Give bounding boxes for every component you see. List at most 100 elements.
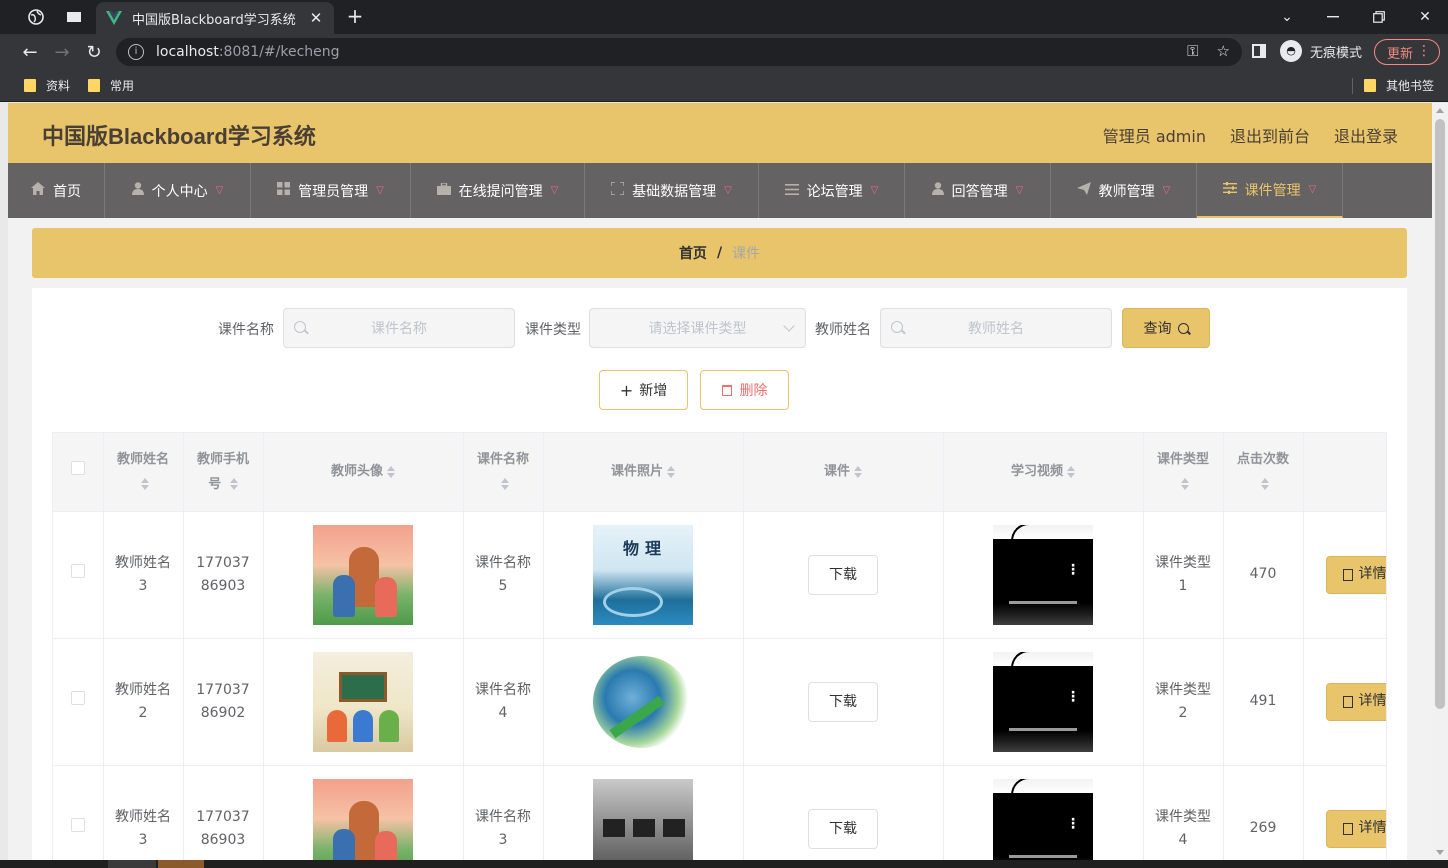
more-vert-icon: ⋮ bbox=[1417, 43, 1431, 59]
detail-label: 详情 bbox=[1358, 693, 1387, 709]
chevron-down-icon: ▽ bbox=[1162, 185, 1171, 196]
minimize-icon[interactable] bbox=[1310, 4, 1356, 30]
col-header-course-name[interactable]: 课件名称 bbox=[463, 433, 544, 512]
sort-icon bbox=[1261, 478, 1269, 491]
row-checkbox[interactable] bbox=[70, 691, 85, 705]
row-checkbox[interactable] bbox=[70, 818, 85, 832]
col-header-course-type[interactable]: 课件类型 bbox=[1143, 433, 1224, 512]
list-icon bbox=[784, 183, 799, 199]
update-button[interactable]: 更新 ⋮ bbox=[1374, 39, 1440, 65]
bookmark-folder[interactable]: 资料 bbox=[24, 77, 70, 94]
video-progress-bar[interactable] bbox=[1009, 854, 1077, 858]
video-player[interactable]: ⋮ bbox=[993, 651, 1093, 752]
course-photo-image bbox=[593, 778, 693, 860]
more-vert-icon[interactable]: ⋮ bbox=[1066, 559, 1080, 582]
col-header-teacher[interactable]: 教师姓名 bbox=[103, 433, 184, 512]
video-player[interactable]: ⋮ bbox=[993, 524, 1093, 625]
site-info-icon[interactable]: i bbox=[128, 44, 144, 60]
nav-item-answers[interactable]: 回答管理 ▽ bbox=[905, 163, 1051, 218]
detail-button[interactable]: 详情 bbox=[1325, 682, 1387, 721]
nav-item-personal[interactable]: 个人中心 ▽ bbox=[105, 163, 251, 218]
delete-button[interactable]: 删除 bbox=[700, 370, 789, 410]
breadcrumb-home[interactable]: 首页 bbox=[679, 243, 707, 263]
reload-icon[interactable]: ↻ bbox=[82, 40, 106, 64]
side-panel-icon[interactable] bbox=[1252, 44, 1266, 58]
add-button[interactable]: + 新增 bbox=[599, 370, 688, 410]
detail-button[interactable]: 详情 bbox=[1325, 809, 1386, 848]
video-progress-bar[interactable] bbox=[1009, 600, 1077, 604]
course-type-select[interactable]: 请选择课件类型 bbox=[589, 308, 806, 348]
course-type-cell: 课件类型1 bbox=[1155, 554, 1211, 594]
more-vert-icon[interactable]: ⋮ bbox=[1066, 686, 1080, 709]
close-window-icon[interactable]: ✕ bbox=[1402, 4, 1448, 30]
restore-icon[interactable] bbox=[1356, 4, 1402, 30]
nav-item-courseware[interactable]: 课件管理 ▽ bbox=[1197, 163, 1343, 218]
course-name-input[interactable]: 课件名称 bbox=[283, 308, 515, 348]
forward-icon[interactable]: → bbox=[50, 40, 74, 64]
scrollbar-thumb[interactable] bbox=[1435, 119, 1445, 709]
other-bookmarks-label: 其他书签 bbox=[1386, 79, 1435, 93]
col-header-clicks[interactable]: 点击次数 bbox=[1223, 433, 1304, 512]
nav-item-base-data[interactable]: 基础数据管理 ▽ bbox=[585, 163, 759, 218]
row-checkbox[interactable] bbox=[70, 564, 85, 578]
new-tab-button[interactable]: + bbox=[344, 6, 366, 28]
briefcase-icon bbox=[436, 181, 451, 199]
nav-item-home[interactable]: 首页 bbox=[8, 163, 105, 218]
fullscreen-icon bbox=[610, 181, 625, 199]
tab-search-icon[interactable]: ⌄ bbox=[1264, 4, 1310, 30]
nav-item-admin[interactable]: 管理员管理 ▽ bbox=[251, 163, 411, 218]
course-name-placeholder: 课件名称 bbox=[371, 321, 427, 337]
bookmark-label: 资料 bbox=[46, 79, 71, 93]
query-button[interactable]: 查询 bbox=[1122, 308, 1210, 348]
document-icon bbox=[1342, 695, 1353, 708]
scroll-down-arrow-icon[interactable] bbox=[1436, 850, 1444, 855]
logout-link[interactable]: 退出登录 bbox=[1334, 123, 1398, 147]
key-icon[interactable]: ⚿ bbox=[1187, 42, 1198, 60]
globe-icon[interactable] bbox=[22, 6, 50, 28]
nav-item-label: 在线提问管理 bbox=[458, 183, 543, 200]
page-scrollbar[interactable] bbox=[1432, 103, 1448, 860]
clicks-cell: 491 bbox=[1249, 693, 1277, 709]
action-buttons: + 新增 删除 bbox=[32, 370, 1407, 410]
col-header-video[interactable]: 学习视频 bbox=[943, 433, 1144, 512]
bookmark-folder[interactable]: 常用 bbox=[88, 77, 134, 94]
col-header-course-photo[interactable]: 课件照片 bbox=[543, 433, 744, 512]
document-icon bbox=[1342, 568, 1353, 581]
chevron-down-icon: ▽ bbox=[1015, 185, 1024, 196]
nav-item-teachers[interactable]: 教师管理 ▽ bbox=[1051, 163, 1197, 218]
breadcrumb-separator: / bbox=[716, 245, 723, 261]
taskbar-item[interactable] bbox=[108, 860, 156, 868]
download-button[interactable]: 下载 bbox=[808, 681, 878, 722]
sort-icon bbox=[141, 478, 149, 491]
address-bar[interactable]: i localhost :8081/#/kecheng ⚿ ☆ bbox=[116, 38, 1242, 66]
sort-icon bbox=[854, 465, 862, 478]
back-icon[interactable]: ← bbox=[18, 40, 42, 64]
table-row: 教师姓名3 17703786903 课件名称3 下载 ⋮ 课件类型4 269 详… bbox=[53, 765, 1386, 860]
active-tab[interactable]: 中国版Blackboard学习系统 ✕ bbox=[96, 2, 334, 34]
more-vert-icon[interactable]: ⋮ bbox=[1066, 813, 1080, 836]
tab-close-icon[interactable]: ✕ bbox=[308, 9, 324, 27]
download-button[interactable]: 下载 bbox=[808, 808, 878, 849]
download-button[interactable]: 下载 bbox=[808, 554, 878, 595]
window-tab-icon[interactable] bbox=[60, 6, 88, 28]
star-icon[interactable]: ☆ bbox=[1217, 42, 1230, 60]
sort-icon bbox=[667, 465, 675, 478]
nav-item-questions[interactable]: 在线提问管理 ▽ bbox=[411, 163, 585, 218]
col-header-phone[interactable]: 教师手机号 bbox=[183, 433, 264, 512]
other-bookmarks[interactable]: 其他书签 bbox=[1364, 77, 1434, 94]
to-front-link[interactable]: 退出到前台 bbox=[1230, 123, 1310, 147]
table-header-row: 教师姓名 教师手机号 教师头像 课件名称 课件照片 课件 学习视频 课件类型 点… bbox=[53, 433, 1386, 512]
teacher-avatar-image bbox=[313, 651, 413, 752]
scroll-up-arrow-icon[interactable] bbox=[1436, 108, 1444, 113]
taskbar-item[interactable] bbox=[158, 860, 204, 868]
col-header-avatar[interactable]: 教师头像 bbox=[263, 433, 464, 512]
video-progress-bar[interactable] bbox=[1009, 727, 1077, 731]
col-header-course-file[interactable]: 课件 bbox=[743, 433, 944, 512]
teacher-name-input[interactable]: 教师姓名 bbox=[880, 308, 1112, 348]
video-player[interactable]: ⋮ bbox=[993, 778, 1093, 860]
detail-button[interactable]: 详情 bbox=[1325, 555, 1386, 594]
incognito-indicator[interactable]: ◓ 无痕模式 bbox=[1280, 40, 1362, 62]
search-icon bbox=[891, 321, 903, 333]
nav-item-forum[interactable]: 论坛管理 ▽ bbox=[759, 163, 905, 218]
select-all-checkbox[interactable] bbox=[70, 461, 85, 476]
